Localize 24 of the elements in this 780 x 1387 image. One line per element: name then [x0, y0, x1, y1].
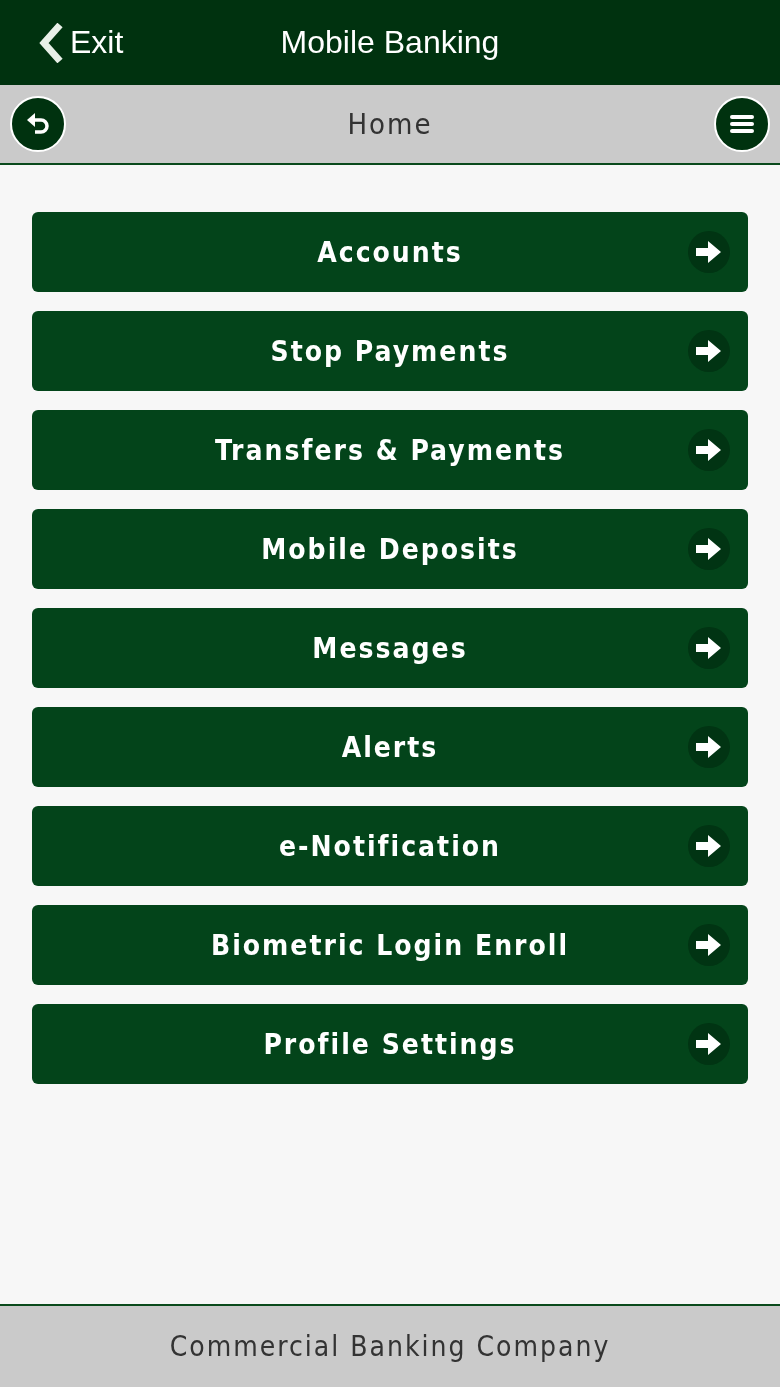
menu-item-button[interactable]: Transfers & Payments — [32, 410, 748, 490]
menu-item-button[interactable]: Stop Payments — [32, 311, 748, 391]
menu-item-button[interactable]: Messages — [32, 608, 748, 688]
menu-item-button[interactable]: Mobile Deposits — [32, 509, 748, 589]
page-title: Home — [347, 107, 433, 141]
menu-button[interactable] — [714, 96, 770, 152]
arrow-right-icon — [688, 627, 730, 669]
menu-item-button[interactable]: Alerts — [32, 707, 748, 787]
menu-item-button[interactable]: e-Notification — [32, 806, 748, 886]
arrow-right-icon — [688, 825, 730, 867]
arrow-right-icon — [688, 726, 730, 768]
menu-item-button[interactable]: Profile Settings — [32, 1004, 748, 1084]
arrow-right-icon — [688, 330, 730, 372]
exit-button[interactable]: Exit — [38, 22, 124, 63]
arrow-right-icon — [688, 528, 730, 570]
back-button[interactable] — [10, 96, 66, 152]
arrow-right-icon — [688, 231, 730, 273]
menu-item-button[interactable]: Accounts — [32, 212, 748, 292]
arrow-right-icon — [688, 1023, 730, 1065]
footer-text: Commercial Banking Company — [169, 1330, 611, 1363]
menu-item-button[interactable]: Biometric Login Enroll — [32, 905, 748, 985]
app-title: Mobile Banking — [280, 24, 500, 61]
arrow-right-icon — [688, 429, 730, 471]
arrow-right-icon — [688, 924, 730, 966]
